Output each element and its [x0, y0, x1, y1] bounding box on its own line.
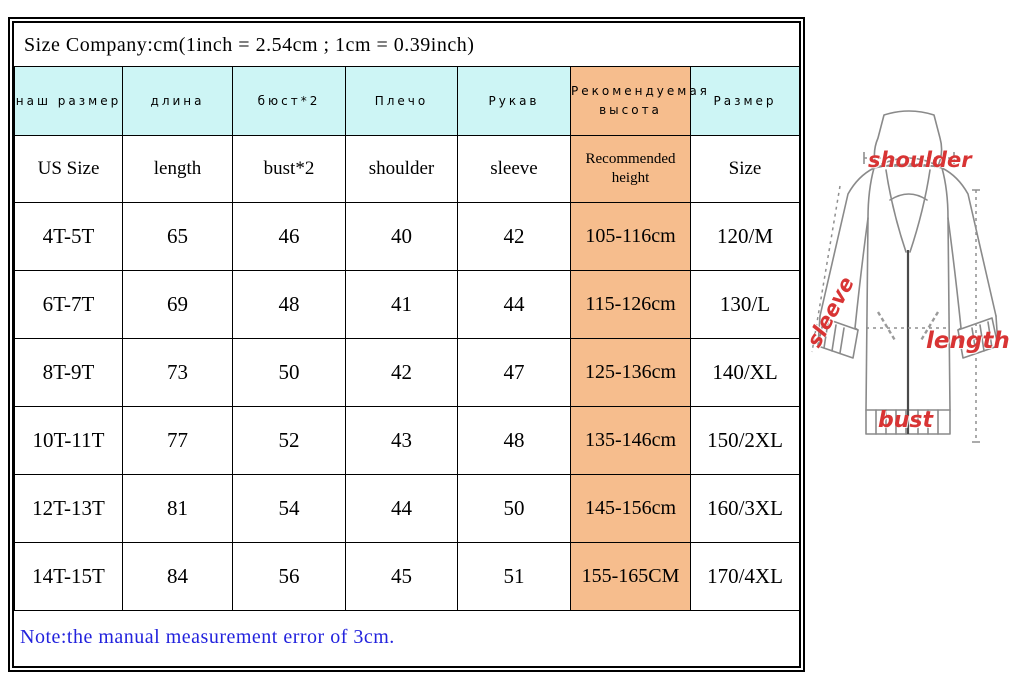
header-en-bust: bust*2	[232, 135, 346, 203]
cell-us-size: 14T-15T	[14, 542, 123, 611]
cell-length: 73	[122, 338, 233, 407]
table-row: 14T-15T 84 56 45 51 155-165CM 170/4XL	[14, 542, 800, 611]
header-ru-us-size: наш размер	[14, 66, 123, 136]
cell-recommended-height: 135-146cm	[570, 406, 691, 475]
cell-shoulder: 41	[345, 270, 458, 339]
header-ru-size: Размер	[690, 66, 800, 136]
label-length: length	[926, 328, 1010, 354]
cell-us-size: 10T-11T	[14, 406, 123, 475]
cell-size: 140/XL	[690, 338, 800, 407]
chart-title: Size Company:cm(1inch = 2.54cm ; 1cm = 0…	[24, 34, 475, 56]
cell-length: 77	[122, 406, 233, 475]
cell-size: 120/M	[690, 202, 800, 271]
cell-length: 69	[122, 270, 233, 339]
header-en-size: Size	[690, 135, 800, 203]
header-en-us-size: US Size	[14, 135, 123, 203]
table-row: 4T-5T 65 46 40 42 105-116cm 120/M	[14, 202, 800, 271]
cell-shoulder: 43	[345, 406, 458, 475]
header-en-shoulder: shoulder	[345, 135, 458, 203]
cell-shoulder: 45	[345, 542, 458, 611]
size-table: наш размер длина бюст*2 Плечо Рукав Реко…	[14, 66, 800, 611]
header-en-sleeve: sleeve	[457, 135, 571, 203]
cell-size: 150/2XL	[690, 406, 800, 475]
header-ru-sleeve: Рукав	[457, 66, 571, 136]
cell-bust: 56	[232, 542, 346, 611]
cell-sleeve: 48	[457, 406, 571, 475]
table-row: 10T-11T 77 52 43 48 135-146cm 150/2XL	[14, 406, 800, 475]
cell-recommended-height: 125-136cm	[570, 338, 691, 407]
measurement-note: Note:the manual measurement error of 3cm…	[20, 625, 395, 648]
cell-bust: 50	[232, 338, 346, 407]
cell-size: 160/3XL	[690, 474, 800, 543]
table-row: 6T-7T 69 48 41 44 115-126cm 130/L	[14, 270, 800, 339]
cell-sleeve: 47	[457, 338, 571, 407]
cell-recommended-height: 145-156cm	[570, 474, 691, 543]
cell-shoulder: 44	[345, 474, 458, 543]
cell-sleeve: 44	[457, 270, 571, 339]
cell-us-size: 6T-7T	[14, 270, 123, 339]
cell-us-size: 8T-9T	[14, 338, 123, 407]
cell-size: 170/4XL	[690, 542, 800, 611]
cell-bust: 46	[232, 202, 346, 271]
cell-recommended-height: 115-126cm	[570, 270, 691, 339]
cell-us-size: 12T-13T	[14, 474, 123, 543]
cell-sleeve: 51	[457, 542, 571, 611]
table-header-row-english: US Size length bust*2 shoulder sleeve Re…	[14, 135, 800, 203]
header-ru-recommended-height: Рекомендуемая высота	[570, 66, 707, 136]
cell-recommended-height: 155-165CM	[570, 542, 691, 611]
table-row: 8T-9T 73 50 42 47 125-136cm 140/XL	[14, 338, 800, 407]
cell-bust: 48	[232, 270, 346, 339]
label-bust: bust	[878, 408, 934, 433]
cell-recommended-height: 105-116cm	[570, 202, 691, 271]
header-ru-bust: бюст*2	[232, 66, 346, 136]
size-chart-page: Size Company:cm(1inch = 2.54cm ; 1cm = 0…	[0, 0, 1011, 679]
header-en-recommended-height: Recommended height	[570, 135, 691, 203]
header-ru-length: длина	[122, 66, 233, 136]
header-en-length: length	[122, 135, 233, 203]
cell-sleeve: 42	[457, 202, 571, 271]
cell-bust: 54	[232, 474, 346, 543]
cell-length: 65	[122, 202, 233, 271]
cell-length: 81	[122, 474, 233, 543]
garment-illustration: shoulder length bust sleeve	[802, 90, 1011, 560]
cell-us-size: 4T-5T	[14, 202, 123, 271]
header-ru-shoulder: Плечо	[345, 66, 458, 136]
cell-shoulder: 40	[345, 202, 458, 271]
cell-bust: 52	[232, 406, 346, 475]
cell-sleeve: 50	[457, 474, 571, 543]
label-shoulder: shoulder	[868, 148, 972, 172]
table-row: 12T-13T 81 54 44 50 145-156cm 160/3XL	[14, 474, 800, 543]
cell-shoulder: 42	[345, 338, 458, 407]
cell-size: 130/L	[690, 270, 800, 339]
cell-length: 84	[122, 542, 233, 611]
table-header-row-russian: наш размер длина бюст*2 Плечо Рукав Реко…	[14, 66, 800, 136]
